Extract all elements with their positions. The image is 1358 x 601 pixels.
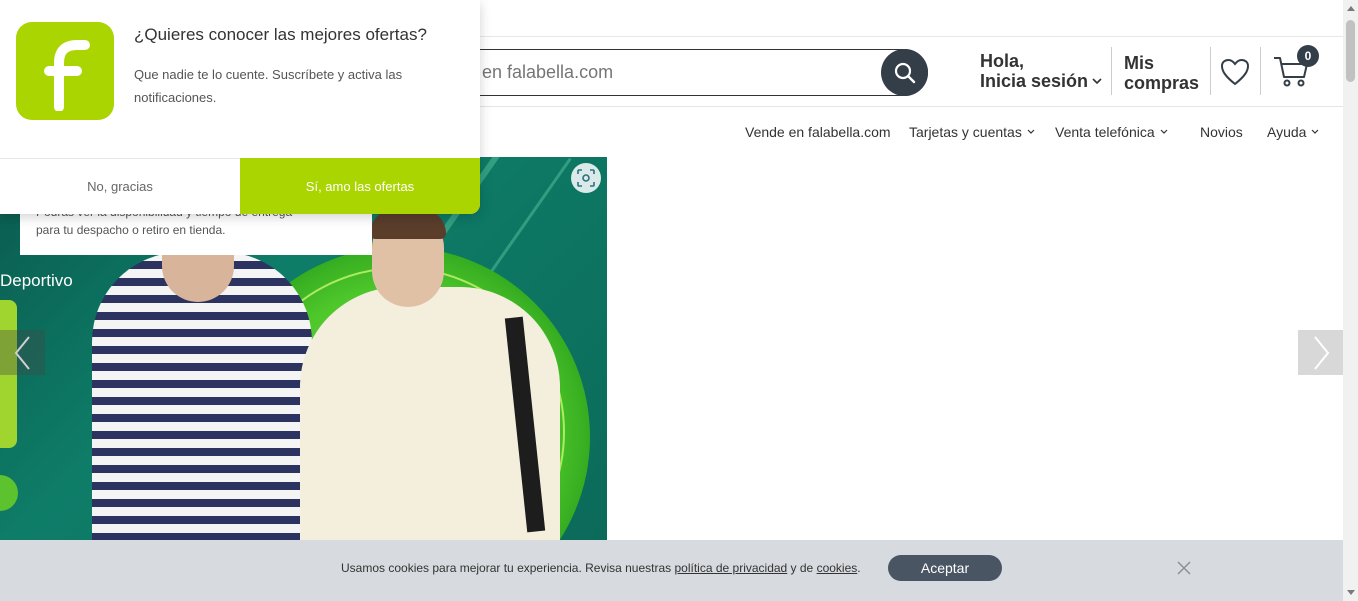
search-input[interactable] (471, 50, 871, 95)
cookie-text-after: . (857, 561, 861, 575)
falabella-logo (16, 22, 114, 120)
search-icon (894, 62, 915, 83)
falabella-f-icon (44, 40, 90, 111)
decline-notifications-button[interactable]: No, gracias (0, 158, 240, 214)
privacy-policy-link[interactable]: política de privacidad (674, 561, 787, 575)
my-purchases-link[interactable]: Mis compras (1124, 53, 1204, 93)
visual-search-button[interactable] (571, 163, 601, 193)
nav-item-label: Venta telefónica (1055, 124, 1155, 140)
chevron-down-icon (1092, 77, 1102, 84)
nav-item-label: Vende en falabella.com (745, 124, 891, 140)
cookie-text-middle: y de (787, 561, 817, 575)
nav-item-label: Tarjetas y cuentas (909, 124, 1022, 140)
nav-item-sell[interactable]: Vende en falabella.com (745, 124, 891, 140)
scroll-down-arrow[interactable] (1347, 590, 1355, 595)
nav-item-cards[interactable]: Tarjetas y cuentas (909, 124, 1035, 140)
cookies-policy-link[interactable]: cookies (817, 561, 858, 575)
login-label: Inicia sesión (980, 71, 1089, 91)
notification-prompt: ¿Quieres conocer las mejores ofertas? Qu… (0, 0, 480, 214)
accept-cookies-button[interactable]: Aceptar (888, 555, 1002, 581)
cart-count-badge: 0 (1297, 45, 1319, 67)
chevron-down-icon (1027, 129, 1035, 134)
banner-side-text: Deportivo (0, 271, 73, 290)
cookie-banner: Usamos cookies para mejorar tu experienc… (0, 540, 1343, 601)
hero-banner[interactable]: Deportivo Podrás ver la disponibilidad y… (0, 157, 607, 540)
divider (1260, 47, 1261, 95)
nav-item-label: Ayuda (1267, 124, 1307, 140)
nav-item-label: Novios (1200, 124, 1243, 140)
scroll-thumb[interactable] (1346, 20, 1355, 82)
login-menu[interactable]: Hola, Inicia sesión (980, 51, 1102, 91)
notification-title: ¿Quieres conocer las mejores ofertas? (134, 25, 427, 44)
notification-body: Que nadie te lo cuente. Suscríbete y act… (134, 67, 403, 105)
carousel-next-button[interactable] (1298, 330, 1343, 375)
scan-icon (577, 169, 595, 187)
heart-icon (1220, 58, 1250, 86)
nav-item-help[interactable]: Ayuda (1267, 124, 1319, 140)
banner-side-button[interactable] (0, 475, 18, 511)
greeting: Hola, (980, 51, 1025, 71)
close-cookie-banner-button[interactable] (1176, 560, 1192, 576)
chevron-right-icon (1313, 335, 1329, 370)
carousel-prev-button[interactable] (0, 330, 45, 375)
divider (1210, 47, 1211, 95)
scroll-up-arrow[interactable] (1347, 6, 1355, 11)
cookie-message: Usamos cookies para mejorar tu experienc… (341, 561, 861, 575)
close-icon (1177, 561, 1191, 575)
chevron-left-icon (14, 335, 30, 370)
page: Hola, Inicia sesión Mis compras 0 V (0, 0, 1358, 601)
login-label-row: Inicia sesión (980, 71, 1102, 91)
search-box[interactable] (440, 49, 928, 96)
page-scrollbar[interactable] (1343, 0, 1358, 601)
search-button[interactable] (881, 49, 928, 96)
chevron-down-icon (1160, 129, 1168, 134)
tooltip-line: para tu despacho o retiro en tienda. (36, 223, 226, 237)
divider (1111, 47, 1112, 95)
chevron-down-icon (1312, 129, 1319, 134)
cookie-text-before: Usamos cookies para mejorar tu experienc… (341, 561, 675, 575)
wishlist-button[interactable] (1219, 57, 1251, 87)
accept-notifications-button[interactable]: Sí, amo las ofertas (240, 158, 480, 214)
nav-item-novios[interactable]: Novios (1200, 124, 1243, 140)
nav-item-phone-sales[interactable]: Venta telefónica (1055, 124, 1168, 140)
